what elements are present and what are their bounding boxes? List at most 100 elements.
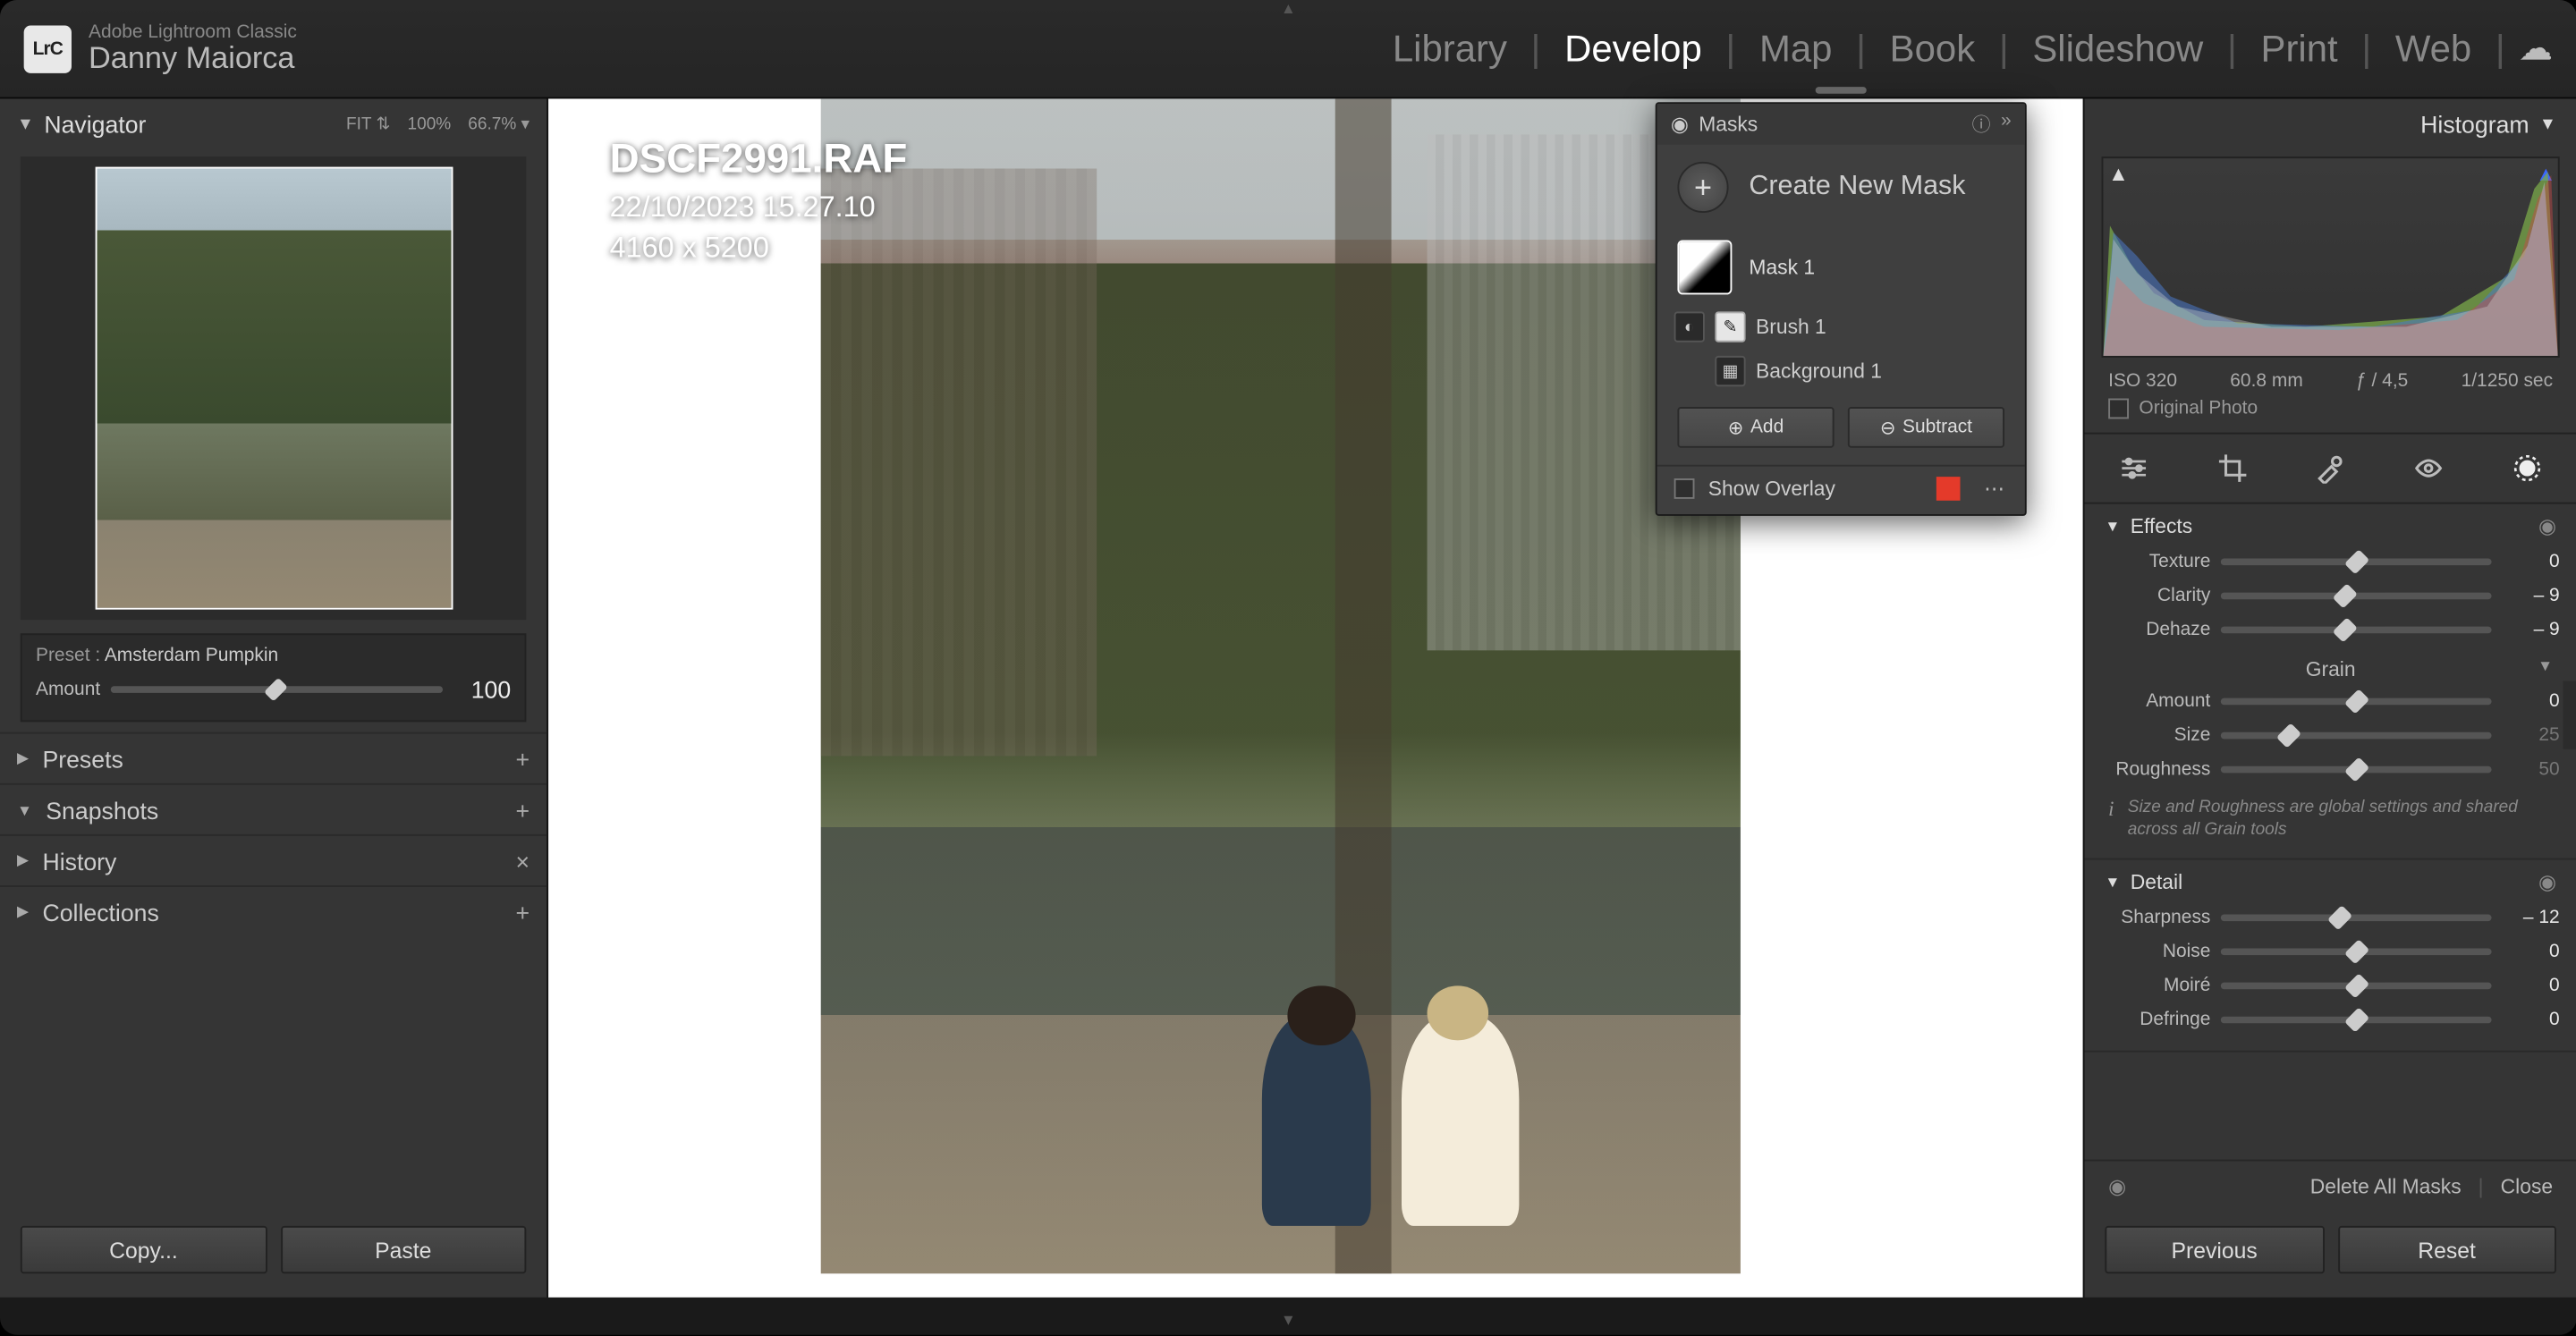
mask-thumbnail[interactable]: [1677, 240, 1732, 294]
more-icon[interactable]: ⋯: [1984, 477, 2008, 501]
plus-icon[interactable]: +: [516, 745, 530, 772]
chevron-down-icon: ▼: [2539, 115, 2556, 134]
masking-icon[interactable]: [2509, 450, 2546, 487]
reset-button[interactable]: Reset: [2337, 1226, 2556, 1273]
section-history[interactable]: ▶ History ×: [0, 834, 547, 885]
brush-icon[interactable]: ✎: [1715, 311, 1745, 342]
slider-track[interactable]: [2221, 983, 2492, 990]
section-snapshots[interactable]: ▼ Snapshots +: [0, 783, 547, 834]
slider-value[interactable]: 0: [2502, 942, 2560, 962]
eye-icon[interactable]: ◉: [2538, 870, 2556, 894]
nav-zoom-667[interactable]: 66.7% ▾: [468, 115, 530, 134]
navigator-header[interactable]: ▼ Navigator FIT ⇅ 100% 66.7% ▾: [0, 98, 547, 149]
slider-row: Sharpness – 12: [2102, 901, 2560, 934]
mask-item-1[interactable]: Mask 1: [1657, 230, 2025, 305]
grain-subheader[interactable]: Grain ▼: [2102, 647, 2560, 685]
navigator-thumbnail-frame: [21, 156, 526, 620]
amount-slider[interactable]: [111, 686, 443, 693]
module-library[interactable]: Library: [1368, 27, 1530, 72]
navigator-thumbnail[interactable]: [95, 167, 453, 610]
module-slideshow[interactable]: Slideshow: [2009, 27, 2227, 72]
mask-component-brush[interactable]: ◐ ✎ Brush 1: [1657, 305, 2025, 350]
exif-aperture: ƒ / 4,5: [2356, 371, 2408, 392]
plus-icon[interactable]: +: [1677, 162, 1728, 213]
slider-row: Defringe 0: [2102, 1002, 2560, 1036]
redeye-icon[interactable]: [2411, 450, 2448, 487]
nav-fit[interactable]: FIT ⇅: [346, 115, 391, 134]
slider-value[interactable]: 0: [2502, 691, 2560, 712]
slider-track[interactable]: [2221, 914, 2492, 921]
show-overlay-checkbox[interactable]: [1674, 478, 1695, 499]
previous-button[interactable]: Previous: [2105, 1226, 2324, 1273]
slider-label: Defringe: [2102, 1010, 2211, 1030]
amount-value[interactable]: 100: [453, 676, 511, 703]
grain-note: i Size and Roughness are global settings…: [2102, 787, 2560, 845]
nav-zoom-100[interactable]: 100%: [408, 115, 452, 134]
module-develop[interactable]: Develop: [1540, 27, 1725, 72]
info-icon[interactable]: ⓘ: [1972, 111, 1991, 138]
edit-sliders-icon[interactable]: [2115, 450, 2153, 487]
slider-label: Noise: [2102, 942, 2211, 962]
paste-button[interactable]: Paste: [280, 1226, 526, 1273]
right-disclose-icon[interactable]: [2563, 681, 2576, 749]
slider-track[interactable]: [2221, 1017, 2492, 1024]
detail-header[interactable]: ▼ Detail ◉: [2102, 867, 2560, 901]
overlay-color-swatch[interactable]: [1936, 477, 1961, 501]
plus-icon[interactable]: +: [516, 796, 530, 823]
slider-label: Amount: [2102, 691, 2211, 712]
slider-track[interactable]: [2221, 627, 2492, 634]
slider-value[interactable]: – 9: [2502, 586, 2560, 606]
module-print[interactable]: Print: [2237, 27, 2361, 72]
effects-header[interactable]: ▼ Effects ◉: [2102, 511, 2560, 545]
cloud-sync-icon[interactable]: ☁: [2519, 27, 2553, 70]
slider-track[interactable]: [2221, 766, 2492, 774]
slider-knob-icon: [265, 678, 289, 702]
masks-panel-header[interactable]: ◉ Masks ⓘ »: [1657, 104, 2025, 145]
masks-panel[interactable]: ◉ Masks ⓘ » + Create New Mask Mask 1 ◐ ✎…: [1656, 102, 2027, 516]
slider-row: Dehaze – 9: [2102, 613, 2560, 647]
slider-track[interactable]: [2221, 593, 2492, 600]
eye-icon[interactable]: ◉: [1671, 113, 1689, 137]
slider-track[interactable]: [2221, 732, 2492, 740]
mask-add-button[interactable]: ⊕ Add: [1677, 407, 1834, 448]
mask-subtract-button[interactable]: ⊖ Subtract: [1848, 407, 2004, 448]
section-presets[interactable]: ▶ Presets +: [0, 732, 547, 783]
slider-value[interactable]: 0: [2502, 976, 2560, 996]
close-icon[interactable]: ×: [516, 847, 530, 874]
slider-track[interactable]: [2221, 559, 2492, 566]
module-book[interactable]: Book: [1866, 27, 1999, 72]
histogram-header[interactable]: Histogram ▼: [2084, 98, 2576, 149]
drag-grip-icon[interactable]: [1816, 87, 1867, 94]
slider-track[interactable]: [2221, 949, 2492, 956]
background-icon[interactable]: ▦: [1715, 356, 1745, 386]
module-web[interactable]: Web: [2371, 27, 2496, 72]
chevron-down-icon: ▼: [17, 801, 32, 818]
product-name: Adobe Lightroom Classic: [89, 21, 297, 42]
slider-value[interactable]: – 12: [2502, 908, 2560, 928]
eye-icon[interactable]: ◉: [2538, 514, 2556, 538]
healing-brush-icon[interactable]: [2312, 450, 2350, 487]
plus-icon[interactable]: +: [516, 898, 530, 925]
section-collections[interactable]: ▶ Collections +: [0, 885, 547, 936]
slider-knob-icon: [2333, 583, 2358, 608]
slider-value[interactable]: 0: [2502, 552, 2560, 572]
mask-component-background[interactable]: ▦ Background 1: [1657, 349, 2025, 393]
slider-value[interactable]: – 9: [2502, 620, 2560, 640]
close-link[interactable]: Close: [2501, 1175, 2553, 1199]
module-map[interactable]: Map: [1735, 27, 1856, 72]
crop-icon[interactable]: [2214, 450, 2251, 487]
visibility-toggle-icon[interactable]: ◐: [1674, 311, 1705, 342]
collapse-icon[interactable]: »: [2001, 111, 2012, 138]
create-new-mask-row[interactable]: + Create New Mask: [1657, 145, 2025, 230]
copy-button[interactable]: Copy...: [21, 1226, 267, 1273]
original-photo-checkbox[interactable]: [2108, 399, 2129, 419]
eye-icon[interactable]: ◉: [2108, 1175, 2126, 1199]
delete-all-masks-link[interactable]: Delete All Masks: [2310, 1175, 2462, 1199]
slider-value[interactable]: 50: [2502, 759, 2560, 780]
histogram-chart[interactable]: ▲ ▲: [2102, 156, 2560, 358]
slider-value[interactable]: 25: [2502, 725, 2560, 746]
subtract-icon: ⊖: [1880, 417, 1896, 439]
slider-value[interactable]: 0: [2502, 1010, 2560, 1030]
detail-group: ▼ Detail ◉ Sharpness – 12 Noise 0 Moiré …: [2084, 860, 2576, 1053]
slider-track[interactable]: [2221, 698, 2492, 706]
